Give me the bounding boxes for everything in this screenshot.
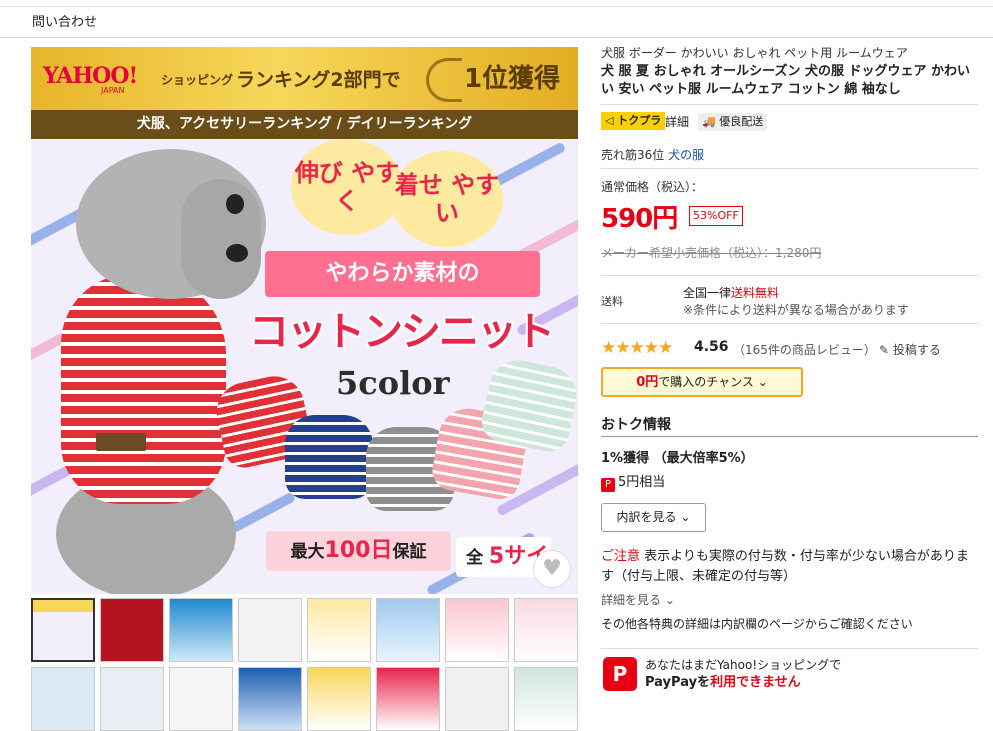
thumbnail[interactable] xyxy=(376,667,440,731)
thumbnail[interactable] xyxy=(238,667,302,731)
price-label: 通常価格（税込）： xyxy=(601,180,704,194)
product-subtitle: 犬服 ボーダー かわいい おしゃれ ペット用 ルームウェア xyxy=(601,46,908,60)
msrp: メーカー希望小売価格（税込）：1,280円 xyxy=(601,246,822,260)
thumbnail[interactable] xyxy=(514,667,578,731)
laurel-icon xyxy=(426,57,462,102)
fast-shipping-badge: 🚚 優良配送 xyxy=(698,113,768,131)
post-review-link[interactable]: ✎ 投稿する xyxy=(879,341,941,358)
color-count: 5color xyxy=(336,364,450,402)
other-benefits-note: その他各特典の詳細は内訳欄のページからご確認ください xyxy=(601,617,913,631)
shirt-navy xyxy=(285,415,373,499)
favorite-heart-icon[interactable]: ♥ xyxy=(533,550,571,588)
shirt-tag xyxy=(96,433,146,451)
tokupura-badge[interactable]: ◁ トクプラ xyxy=(601,112,666,130)
points-percent: 1%獲得 （最大倍率5%） xyxy=(601,451,754,466)
review-count-link[interactable]: （165件の商品レビュー） xyxy=(733,341,876,358)
banner-categories: 犬服、アクセサリーランキング / デイリーランキング xyxy=(31,110,578,139)
tokupura-detail-link[interactable]: 詳細 xyxy=(665,113,689,130)
banner-ranking-text: ランキング2部門で xyxy=(236,69,401,91)
easy-wear-bubble: 着せ やすい xyxy=(391,151,503,247)
divider xyxy=(601,168,978,169)
divider xyxy=(601,436,978,437)
product-title: 犬 服 夏 おしゃれ オールシーズン 犬の服 ドッグウェア かわいい 安い ペッ… xyxy=(601,64,971,97)
dog-shirt xyxy=(61,274,226,504)
rating-stars-icon: ★★★★★ xyxy=(601,338,673,358)
thumbnail[interactable] xyxy=(445,598,509,662)
breakdown-button[interactable]: 内訳を見る ⌄ xyxy=(601,503,706,532)
yahoo-japan-label: JAPAN xyxy=(101,86,125,95)
points-amount: P 5円相当 xyxy=(601,471,665,492)
shipping-note: ※条件により送料が異なる場合があります xyxy=(683,303,909,317)
thumbnail[interactable] xyxy=(169,667,233,731)
guarantee-badge: 最大100日保証 xyxy=(266,531,451,571)
dog-nose xyxy=(226,244,248,262)
thumbnail[interactable] xyxy=(445,667,509,731)
thumbnail[interactable] xyxy=(100,667,164,731)
thumbnail[interactable] xyxy=(100,598,164,662)
thumbnail[interactable] xyxy=(31,667,95,731)
thumbnail[interactable] xyxy=(169,598,233,662)
price: 590円 xyxy=(601,204,678,234)
paypay-notice-line2: PayPayを利用できません xyxy=(645,675,801,690)
paypay-notice: P あなたはまだYahoo!ショッピングで PayPayを利用できません xyxy=(601,648,978,698)
stretchy-bubble: 伸び やすく xyxy=(291,139,403,235)
more-details-link[interactable]: 詳細を見る ⌄ xyxy=(601,591,675,608)
knit-title: コットンシニット xyxy=(249,309,555,355)
deals-heading: おトク情報 xyxy=(601,417,671,433)
top-bar: 問い合わせ xyxy=(0,0,993,38)
discount-badge: 53%OFF xyxy=(689,206,743,226)
inquiry-link[interactable]: 問い合わせ xyxy=(32,11,97,30)
paypay-icon: P xyxy=(601,478,615,492)
dog-ear xyxy=(181,179,261,299)
ranking-banner: YAHOO! JAPAN ショッピング ランキング2部門で 1位獲得 xyxy=(31,47,578,110)
thumbnail[interactable] xyxy=(514,598,578,662)
paypay-logo-icon: P xyxy=(603,657,637,691)
ranking-info: 売れ筋36位 犬の服 xyxy=(601,148,705,162)
product-photo: 伸び やすく 着せ やすい やわらか素材の コットンシニット 5color 最大… xyxy=(31,139,578,594)
divider xyxy=(601,104,978,105)
thumbnail[interactable] xyxy=(307,667,371,731)
banner-shopping-label: ショッピング xyxy=(161,73,234,87)
thumbnail[interactable] xyxy=(238,598,302,662)
thumbnail-strip xyxy=(31,598,578,731)
purchase-chance-button[interactable]: 0円で購入のチャンス ⌄ xyxy=(601,367,803,397)
thumbnail[interactable] xyxy=(31,598,95,662)
main-product-image[interactable]: YAHOO! JAPAN ショッピング ランキング2部門で 1位獲得 犬服、アク… xyxy=(31,47,578,594)
category-link[interactable]: 犬の服 xyxy=(668,148,704,162)
divider xyxy=(601,275,978,276)
rating-value: 4.56 xyxy=(694,339,729,355)
banner-first-place: 1位獲得 xyxy=(426,55,576,103)
top-divider xyxy=(0,6,993,7)
thumbnail[interactable] xyxy=(307,598,371,662)
divider xyxy=(601,323,978,324)
shipping-label: 送料 xyxy=(601,295,623,308)
material-ribbon: やわらか素材の xyxy=(265,251,540,297)
thumbnail[interactable] xyxy=(376,598,440,662)
caution-note: ご注意 表示よりも実際の付与数・付与率が少ない場合があります（付与上限、未確定の… xyxy=(601,549,969,584)
dog-eye xyxy=(226,194,244,214)
shipping-info: 全国一律送料無料 xyxy=(683,286,780,300)
